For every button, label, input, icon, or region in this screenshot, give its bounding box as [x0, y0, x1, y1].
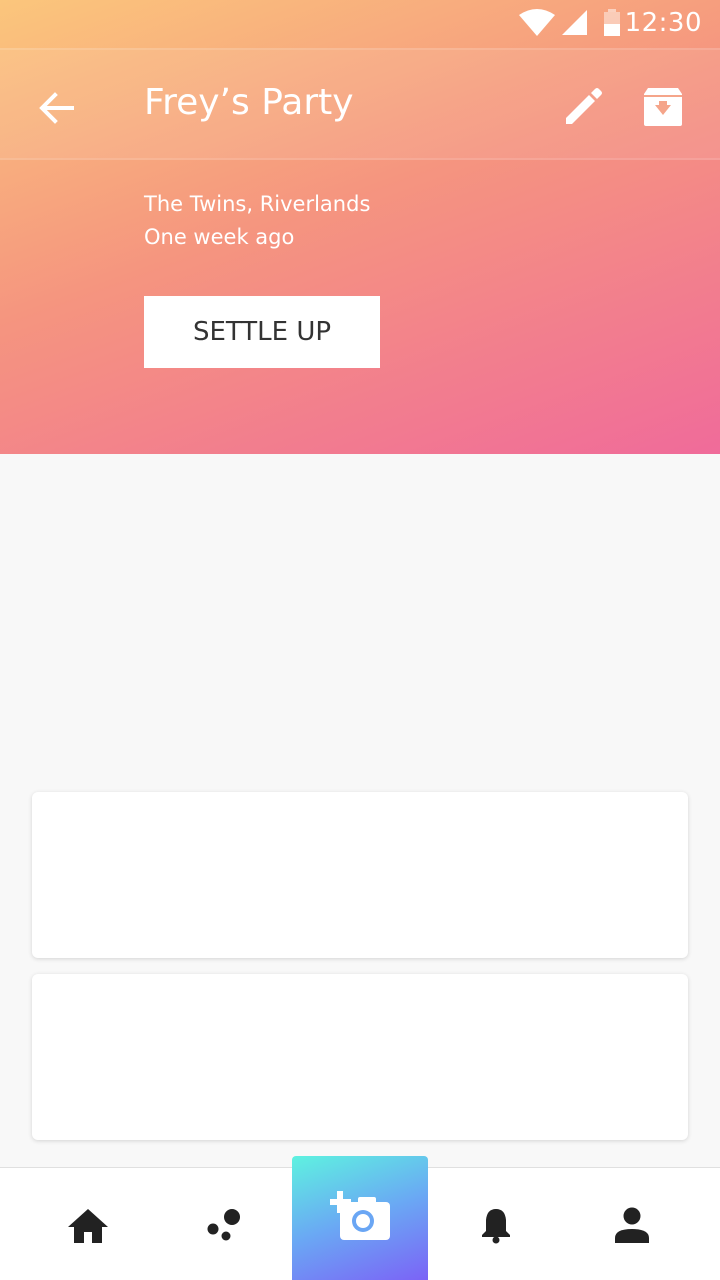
status-bar: 12:30 [0, 0, 720, 48]
back-arrow-icon[interactable] [34, 86, 78, 130]
nav-notifications[interactable] [436, 1168, 556, 1280]
nav-groups[interactable] [164, 1168, 284, 1280]
settle-up-button[interactable]: SETTLE UP [144, 296, 380, 368]
event-location: The Twins, Riverlands [144, 192, 371, 216]
event-header: 12:30 Frey’s Party The Twins, Riverlands… [0, 0, 720, 454]
expense-card[interactable] [32, 792, 688, 958]
battery-icon [604, 9, 620, 36]
edit-pencil-icon[interactable] [562, 84, 606, 128]
add-photo-button[interactable] [292, 1156, 428, 1280]
status-time: 12:30 [624, 8, 702, 38]
groups-icon [207, 1208, 240, 1240]
wifi-icon [519, 9, 555, 36]
archive-icon[interactable] [640, 84, 686, 130]
add-photo-icon [330, 1191, 390, 1240]
event-time: One week ago [144, 225, 295, 249]
event-meta: The Twins, Riverlands One week ago [144, 188, 370, 254]
profile-icon [615, 1207, 649, 1243]
nav-profile[interactable] [572, 1168, 692, 1280]
home-icon [68, 1208, 108, 1243]
cellular-signal-icon [562, 10, 587, 35]
nav-home[interactable] [28, 1168, 148, 1280]
page-title: Frey’s Party [144, 82, 354, 123]
notifications-icon [482, 1208, 510, 1243]
app-toolbar: Frey’s Party [0, 48, 720, 160]
expense-card[interactable] [32, 974, 688, 1140]
